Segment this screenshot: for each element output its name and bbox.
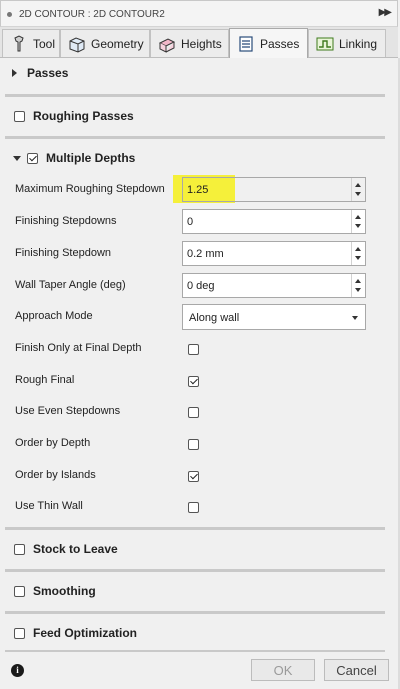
- tab-passes[interactable]: Passes: [229, 28, 308, 58]
- rough-final-checkbox[interactable]: [188, 376, 199, 387]
- section-feed-optimization-label: Feed Optimization: [33, 626, 138, 640]
- use-thin-wall-checkbox[interactable]: [188, 502, 199, 513]
- finishing-stepdown-input[interactable]: [183, 242, 351, 265]
- section-roughing-passes-label: Roughing Passes: [33, 109, 134, 123]
- max-roughing-stepdown-field[interactable]: [182, 177, 366, 202]
- spinner-arrows-icon[interactable]: [351, 210, 365, 233]
- row-order-by-islands: Order by Islands: [0, 461, 398, 491]
- divider: [5, 611, 385, 614]
- row-finish-only-final-depth: Finish Only at Final Depth: [0, 334, 398, 364]
- divider: [5, 527, 385, 530]
- divider: [5, 136, 385, 139]
- order-by-islands-label: Order by Islands: [15, 469, 96, 481]
- tab-tool-label: Tool: [33, 36, 56, 51]
- finishing-stepdown-label: Finishing Stepdown: [15, 247, 112, 259]
- finishing-stepdowns-field[interactable]: [182, 209, 366, 234]
- tool-icon: [10, 34, 28, 53]
- order-by-depth-checkbox[interactable]: [188, 439, 199, 450]
- section-stock-to-leave[interactable]: Stock to Leave: [0, 534, 398, 564]
- approach-mode-select[interactable]: Along wall: [182, 304, 366, 330]
- order-by-islands-checkbox[interactable]: [188, 471, 199, 482]
- heights-icon: [158, 35, 176, 53]
- wall-taper-angle-field[interactable]: [182, 273, 366, 298]
- approach-mode-value: Along wall: [189, 312, 240, 324]
- approach-mode-label: Approach Mode: [15, 310, 93, 322]
- tab-linking-label: Linking: [339, 36, 378, 51]
- row-use-even-stepdowns: Use Even Stepdowns: [0, 397, 398, 427]
- use-even-stepdowns-label: Use Even Stepdowns: [15, 405, 121, 417]
- tab-bar: Tool Geometry Heights Passes Linking: [0, 27, 398, 58]
- row-approach-mode: Approach Mode Along wall: [0, 302, 398, 332]
- double-chevron-right-icon[interactable]: ▶▶: [379, 7, 392, 18]
- divider: [5, 94, 385, 97]
- row-wall-taper-angle: Wall Taper Angle (deg): [0, 271, 398, 301]
- wall-taper-angle-input[interactable]: [183, 274, 351, 297]
- max-roughing-stepdown-label: Maximum Roughing Stepdown: [15, 183, 165, 195]
- tab-geometry[interactable]: Geometry: [60, 29, 150, 57]
- row-finishing-stepdowns: Finishing Stepdowns: [0, 207, 398, 237]
- dialog-footer: i OK Cancel: [0, 652, 398, 689]
- finishing-stepdowns-label: Finishing Stepdowns: [15, 215, 117, 227]
- tab-heights[interactable]: Heights: [150, 29, 229, 57]
- divider: [5, 569, 385, 572]
- window-title: 2D CONTOUR : 2D CONTOUR2: [19, 9, 165, 20]
- tab-passes-label: Passes: [260, 36, 300, 51]
- spinner-arrows-icon[interactable]: [351, 178, 365, 201]
- spinner-arrows-icon[interactable]: [351, 242, 365, 265]
- section-passes[interactable]: Passes: [0, 58, 398, 88]
- caret-down-icon: [13, 155, 21, 161]
- row-rough-final: Rough Final: [0, 366, 398, 396]
- feed-optimization-checkbox[interactable]: [14, 627, 25, 639]
- caret-right-icon: [12, 69, 17, 77]
- row-use-thin-wall: Use Thin Wall: [0, 492, 398, 522]
- info-icon[interactable]: i: [11, 664, 24, 677]
- finishing-stepdown-field[interactable]: [182, 241, 366, 266]
- section-passes-label: Passes: [27, 66, 69, 80]
- finish-only-final-depth-label: Finish Only at Final Depth: [15, 342, 142, 354]
- dialog-icon: [7, 12, 12, 17]
- passes-icon: [237, 35, 255, 53]
- geometry-icon: [68, 35, 86, 53]
- title-bar: 2D CONTOUR : 2D CONTOUR2 ▶▶: [0, 0, 398, 27]
- section-multiple-depths-label: Multiple Depths: [46, 151, 136, 165]
- wall-taper-angle-label: Wall Taper Angle (deg): [15, 279, 126, 291]
- tab-linking[interactable]: Linking: [308, 29, 386, 57]
- tab-heights-label: Heights: [181, 36, 222, 51]
- max-roughing-stepdown-input[interactable]: [183, 178, 351, 201]
- tab-tool[interactable]: Tool: [2, 29, 60, 57]
- rough-final-label: Rough Final: [15, 374, 75, 386]
- section-smoothing-label: Smoothing: [33, 584, 96, 598]
- cancel-button[interactable]: Cancel: [324, 659, 389, 681]
- use-even-stepdowns-checkbox[interactable]: [188, 407, 199, 418]
- section-feed-optimization[interactable]: Feed Optimization: [0, 618, 398, 648]
- spinner-arrows-icon[interactable]: [351, 274, 365, 297]
- section-stock-to-leave-label: Stock to Leave: [33, 542, 118, 556]
- stock-to-leave-checkbox[interactable]: [14, 543, 25, 555]
- linking-icon: [316, 35, 334, 53]
- use-thin-wall-label: Use Thin Wall: [15, 500, 83, 512]
- row-finishing-stepdown: Finishing Stepdown: [0, 239, 398, 269]
- section-roughing-passes[interactable]: Roughing Passes: [0, 101, 398, 131]
- row-order-by-depth: Order by Depth: [0, 429, 398, 459]
- order-by-depth-label: Order by Depth: [15, 437, 91, 449]
- finishing-stepdowns-input[interactable]: [183, 210, 351, 233]
- finish-only-final-depth-checkbox[interactable]: [188, 344, 199, 355]
- row-max-roughing-stepdown: Maximum Roughing Stepdown: [0, 175, 398, 205]
- section-multiple-depths[interactable]: Multiple Depths: [0, 143, 398, 173]
- multiple-depths-checkbox[interactable]: [27, 152, 38, 164]
- roughing-passes-checkbox[interactable]: [14, 110, 25, 122]
- section-smoothing[interactable]: Smoothing: [0, 576, 398, 606]
- smoothing-checkbox[interactable]: [14, 585, 25, 597]
- tab-geometry-label: Geometry: [91, 36, 144, 51]
- ok-button[interactable]: OK: [251, 659, 315, 681]
- dropdown-arrow-icon: [352, 316, 358, 320]
